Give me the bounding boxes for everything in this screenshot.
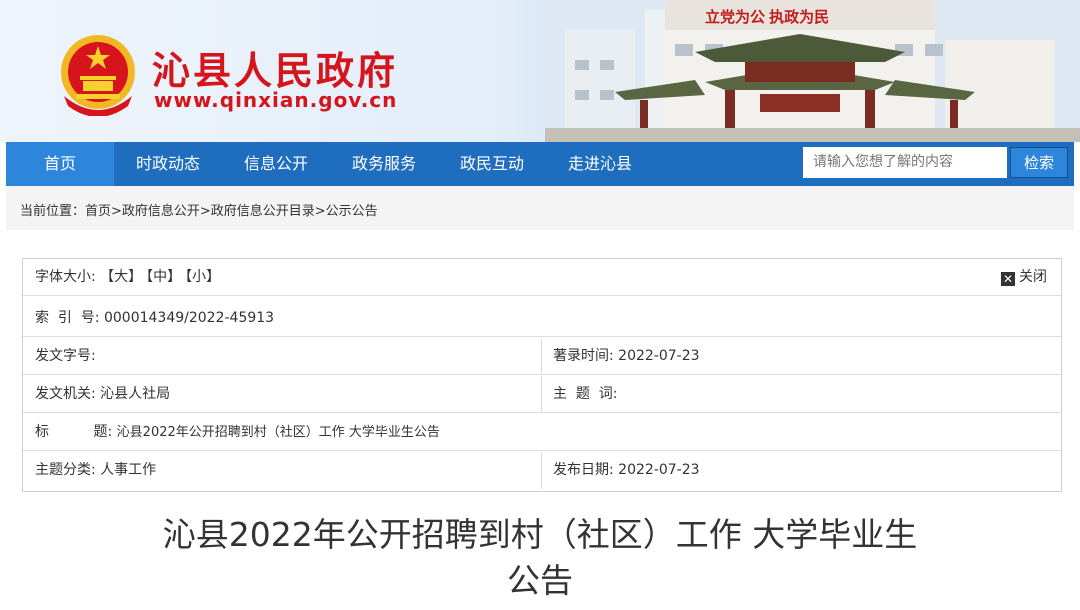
info-row: 标 题: 沁县2022年公开招聘到村（社区）工作 大学毕业生公告 bbox=[23, 414, 1061, 451]
search-input[interactable]: 请输入您想了解的内容 bbox=[803, 147, 1007, 178]
info-row: 发文字号: 著录时间: 2022-07-23 bbox=[23, 338, 1061, 375]
font-small-link[interactable]: 【小】 bbox=[185, 269, 220, 285]
nav-item-interaction[interactable]: 政民互动 bbox=[438, 142, 546, 186]
nav-item-about[interactable]: 走进沁县 bbox=[546, 142, 654, 186]
close-button[interactable]: ✕ 关闭 bbox=[1001, 259, 1047, 296]
close-label: 关闭 bbox=[1019, 269, 1047, 285]
cell-divider bbox=[541, 376, 542, 413]
subject-words-label: 主 题 词: bbox=[553, 386, 618, 402]
issuer-label: 发文机关: bbox=[35, 386, 96, 402]
article-title-line1: 沁县2022年公开招聘到村（社区）工作 大学毕业生 bbox=[162, 515, 918, 554]
cell-divider bbox=[541, 452, 542, 489]
nav-item-home[interactable]: 首页 bbox=[6, 142, 114, 186]
nav-item-info-disclosure[interactable]: 信息公开 bbox=[222, 142, 330, 186]
breadcrumb[interactable]: 当前位置：首页>政府信息公开>政府信息公开目录>公示公告 bbox=[20, 200, 378, 219]
nav-item-news[interactable]: 时政动态 bbox=[114, 142, 222, 186]
category-label: 主题分类: bbox=[35, 462, 96, 478]
title-value: 沁县2022年公开招聘到村（社区）工作 大学毕业生公告 bbox=[116, 425, 440, 440]
index-label: 索 引 号: bbox=[35, 310, 100, 326]
nav-item-services[interactable]: 政务服务 bbox=[330, 142, 438, 186]
header-banner: 沁县人民政府 www.qinxian.gov.cn 立党为公 执政为民 bbox=[0, 0, 1080, 142]
article-title: 沁县2022年公开招聘到村（社区）工作 大学毕业生 公告 bbox=[0, 512, 1080, 604]
doc-number-label: 发文字号: bbox=[35, 348, 96, 364]
document-info-table: 字体大小: 【大】 【中】 【小】 ✕ 关闭 索 引 号: 000014349/202… bbox=[22, 258, 1062, 492]
breadcrumb-bar: 当前位置：首页>政府信息公开>政府信息公开目录>公示公告 bbox=[6, 186, 1074, 230]
close-icon: ✕ bbox=[1001, 272, 1015, 286]
record-time-value: 2022-07-23 bbox=[618, 348, 700, 364]
issuer-value: 沁县人社局 bbox=[100, 386, 171, 402]
publish-date-label: 发布日期: bbox=[553, 462, 614, 478]
font-size-row: 字体大小: 【大】 【中】 【小】 ✕ 关闭 bbox=[23, 259, 1061, 296]
category-value: 人事工作 bbox=[100, 462, 157, 478]
info-row: 主题分类: 人事工作 发布日期: 2022-07-23 bbox=[23, 452, 1061, 489]
title-label: 标 题: bbox=[35, 424, 113, 440]
national-emblem-icon bbox=[61, 35, 135, 116]
font-size-label: 字体大小: bbox=[35, 269, 96, 285]
site-url: www.qinxian.gov.cn bbox=[154, 88, 398, 112]
article-title-line2: 公告 bbox=[507, 561, 573, 600]
record-time-label: 著录时间: bbox=[553, 348, 614, 364]
search-button[interactable]: 检索 bbox=[1010, 147, 1068, 178]
info-row: 索 引 号: 000014349/2022-45913 bbox=[23, 300, 1061, 337]
government-building-image: 立党为公 执政为民 bbox=[545, 0, 1080, 142]
site-name: 沁县人民政府 bbox=[152, 49, 399, 93]
index-value: 000014349/2022-45913 bbox=[103, 310, 275, 326]
font-medium-link[interactable]: 【中】 bbox=[146, 269, 181, 285]
building-slogan: 立党为公 执政为民 bbox=[705, 8, 829, 26]
info-row: 发文机关: 沁县人社局 主 题 词: bbox=[23, 376, 1061, 413]
publish-date-value: 2022-07-23 bbox=[618, 462, 700, 478]
font-large-link[interactable]: 【大】 bbox=[100, 269, 142, 285]
cell-divider bbox=[541, 338, 542, 375]
main-nav: 首页 时政动态 信息公开 政务服务 政民互动 走进沁县 请输入您想了解的内容 检… bbox=[6, 142, 1074, 186]
